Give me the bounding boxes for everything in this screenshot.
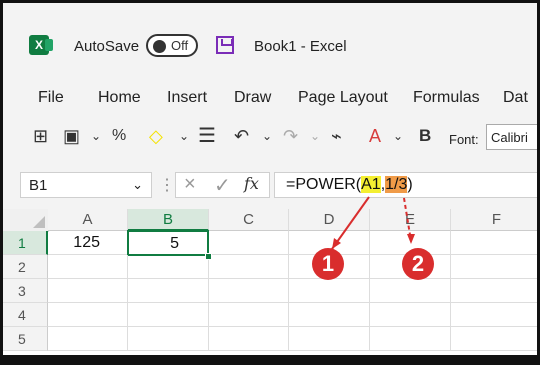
menu-item-file[interactable]: File [38, 89, 64, 107]
format-icon[interactable]: ▣ [63, 125, 80, 147]
toggle-state: Off [171, 38, 189, 53]
excel-window: X AutoSave Off Book1 - Excel File Home I… [0, 0, 540, 365]
title-bar: X AutoSave Off Book1 - Excel [3, 3, 537, 73]
chevron-down-icon[interactable]: ⌄ [262, 125, 272, 147]
annotation-marker-1: 1 [312, 248, 344, 280]
cell-b1[interactable]: 5 [127, 230, 209, 256]
cell-b3[interactable] [128, 279, 209, 303]
autosave-label: AutoSave [74, 38, 140, 55]
name-box[interactable]: B1 ⌄ [20, 172, 152, 198]
cell-e4[interactable] [370, 303, 451, 327]
row-header-5[interactable]: 5 [3, 327, 48, 351]
menu-item-data[interactable]: Dat [503, 89, 528, 107]
row-header-3[interactable]: 3 [3, 279, 48, 303]
column-header-c[interactable]: C [209, 209, 289, 231]
spreadsheet-grid: A B C D E F 1 2 3 4 5 125 5 [3, 209, 537, 354]
cell-f1[interactable] [451, 231, 537, 255]
cell-b2[interactable] [128, 255, 209, 279]
excel-logo-icon: X [29, 35, 53, 55]
align-center-icon[interactable]: ☰ [198, 125, 216, 147]
row-header-1[interactable]: 1 [3, 231, 48, 255]
column-header-f[interactable]: F [451, 209, 537, 231]
confirm-formula-icon[interactable]: ✓ [214, 173, 231, 198]
toggle-knob [153, 40, 166, 53]
percent-icon[interactable]: % [112, 125, 126, 147]
save-icon[interactable] [216, 36, 234, 54]
cell-b5[interactable] [128, 327, 209, 351]
cell-a3[interactable] [48, 279, 128, 303]
cell-e3[interactable] [370, 279, 451, 303]
chevron-down-icon[interactable]: ⌄ [179, 125, 189, 147]
cell-f5[interactable] [451, 327, 537, 351]
cell-a5[interactable] [48, 327, 128, 351]
fill-handle[interactable] [205, 253, 212, 260]
row-header-4[interactable]: 4 [3, 303, 48, 327]
cell-f2[interactable] [451, 255, 537, 279]
more-vert-icon: ⋮ [159, 177, 175, 194]
cell-c2[interactable] [209, 255, 289, 279]
cell-d3[interactable] [289, 279, 370, 303]
font-color-icon[interactable]: A [369, 125, 381, 147]
cell-c5[interactable] [209, 327, 289, 351]
formula-arg-a1: A1 [361, 176, 381, 193]
name-box-value: B1 [29, 177, 48, 194]
cell-a1[interactable]: 125 [48, 231, 128, 255]
cell-f4[interactable] [451, 303, 537, 327]
chevron-down-icon[interactable]: ⌄ [91, 125, 101, 147]
cell-d5[interactable] [289, 327, 370, 351]
cell-a2[interactable] [48, 255, 128, 279]
cell-b4[interactable] [128, 303, 209, 327]
bold-button[interactable]: B [419, 125, 431, 147]
chevron-down-icon[interactable]: ⌄ [310, 125, 320, 147]
table-icon[interactable]: ⊞ [33, 125, 48, 147]
menu-item-page-layout[interactable]: Page Layout [298, 89, 388, 107]
menu-item-formulas[interactable]: Formulas [413, 89, 480, 107]
formula-actions: × ✓ fx [175, 172, 270, 198]
chevron-down-icon[interactable]: ⌄ [393, 125, 403, 147]
fill-color-icon[interactable]: ◇ [149, 125, 163, 147]
cell-e5[interactable] [370, 327, 451, 351]
column-header-b[interactable]: B [128, 209, 209, 231]
formula-bar: B1 ⌄ ⋮ × ✓ fx =POWER(A1,1/3) [3, 160, 537, 209]
select-all-corner[interactable] [3, 209, 49, 232]
formula-prefix: =POWER( [286, 176, 362, 193]
ribbon-toolbar: ⊞ ▣ ⌄ % ◇ ⌄ ☰ ↶ ⌄ ↷ ⌄ ⌁ A ⌄ B Font: Cali… [3, 115, 537, 160]
format-painter-icon[interactable]: ⌁ [331, 125, 342, 147]
menu-bar: File Home Insert Draw Page Layout Formul… [3, 73, 537, 115]
menu-item-draw[interactable]: Draw [234, 89, 271, 107]
annotation-marker-2: 2 [402, 248, 434, 280]
font-name-field[interactable]: Calibri [486, 124, 537, 150]
menu-item-insert[interactable]: Insert [167, 89, 207, 107]
cell-c3[interactable] [209, 279, 289, 303]
column-header-e[interactable]: E [370, 209, 451, 231]
cell-c1[interactable] [209, 231, 289, 255]
formula-arg-power: 1/3 [385, 176, 408, 193]
cell-c4[interactable] [209, 303, 289, 327]
column-header-a[interactable]: A [48, 209, 128, 231]
cell-f3[interactable] [451, 279, 537, 303]
formula-suffix: ) [407, 176, 413, 193]
document-title: Book1 - Excel [254, 38, 347, 55]
redo-icon[interactable]: ↷ [283, 125, 298, 147]
formula-input[interactable]: =POWER(A1,1/3) [274, 172, 537, 198]
cell-a4[interactable] [48, 303, 128, 327]
autosave-toggle[interactable]: Off [146, 34, 198, 57]
row-header-2[interactable]: 2 [3, 255, 48, 279]
function-icon[interactable]: fx [244, 174, 259, 193]
cell-d4[interactable] [289, 303, 370, 327]
column-header-d[interactable]: D [289, 209, 370, 231]
font-label: Font: [449, 132, 479, 147]
undo-icon[interactable]: ↶ [234, 125, 249, 147]
menu-item-home[interactable]: Home [98, 89, 141, 107]
cancel-formula-icon[interactable]: × [184, 173, 196, 196]
chevron-down-icon[interactable]: ⌄ [132, 177, 143, 193]
